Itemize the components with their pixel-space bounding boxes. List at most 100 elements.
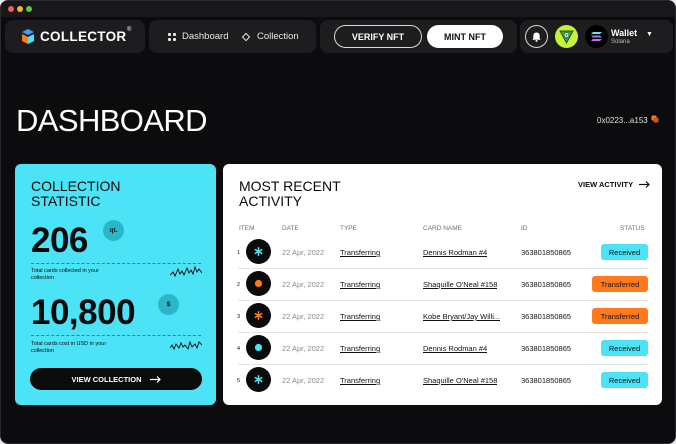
avatar-image-icon xyxy=(559,30,574,45)
chevron-down-icon[interactable]: ▼ xyxy=(646,31,653,38)
trend-line-icon xyxy=(170,265,202,278)
row-id: 363801850865 xyxy=(521,376,572,385)
recent-activity-card: MOST RECENT ACTIVITY VIEW ACTIVITY ITEM … xyxy=(223,164,662,405)
wallet-address[interactable]: 0x0223...a153 xyxy=(597,116,648,125)
row-card-name-link[interactable]: Dennis Rodman #4 xyxy=(423,248,487,257)
avatar[interactable] xyxy=(555,25,578,48)
wallet-network: Solana xyxy=(611,39,630,45)
activity-title: MOST RECENT ACTIVITY xyxy=(239,178,341,209)
nft-thumbnail[interactable] xyxy=(246,271,271,296)
cards-unit-badge: qt. xyxy=(103,220,124,241)
maximize-window-button[interactable] xyxy=(26,6,32,12)
row-id: 363801850865 xyxy=(521,344,572,353)
solana-icon xyxy=(591,32,602,41)
table-row[interactable]: 3 22 Apr, 2022 Transferring Kobe Bryant/Jay… xyxy=(235,300,648,332)
table-row[interactable]: 5 22 Apr, 2022 Transferring Shaquille O'Nea… xyxy=(235,364,648,396)
row-index: 4 xyxy=(237,346,241,352)
column-header-id: ID xyxy=(521,225,528,232)
view-collection-label: VIEW COLLECTION xyxy=(71,374,142,384)
column-header-card-name: CARD NAME xyxy=(423,225,463,232)
row-card-name-link[interactable]: Shaquille O'Neal #158 xyxy=(423,280,497,289)
table-row[interactable]: 2 22 Apr, 2022 Transferring Shaquille O'Nea… xyxy=(235,268,648,300)
logo[interactable]: COLLECTOR ® xyxy=(5,20,145,53)
row-index: 1 xyxy=(237,250,241,256)
row-card-name-link[interactable]: Dennis Rodman #4 xyxy=(423,344,487,353)
row-type-link[interactable]: Transferring xyxy=(340,280,380,289)
brand-name: COLLECTOR xyxy=(40,29,127,44)
app-window: COLLECTOR ® Dashboard Collection VERIFY … xyxy=(0,0,676,444)
row-date: 22 Apr, 2022 xyxy=(282,376,325,385)
notifications-button[interactable] xyxy=(525,25,548,48)
minimize-window-button[interactable] xyxy=(17,6,23,12)
main-nav: Dashboard Collection xyxy=(149,20,316,53)
cost-unit-badge: $ xyxy=(158,294,179,315)
row-type-link[interactable]: Transferring xyxy=(340,376,380,385)
cards-description: Total cards collected in your collection xyxy=(31,268,99,281)
row-card-name-link[interactable]: Kobe Bryant/Jay Willi... xyxy=(423,312,500,321)
row-type-link[interactable]: Transferring xyxy=(340,312,380,321)
column-header-date: DATE xyxy=(282,225,299,232)
circle-icon xyxy=(254,279,263,288)
stat-title: COLLECTION STATISTIC xyxy=(31,178,121,209)
trend-line-icon xyxy=(170,340,202,351)
status-badge: Received xyxy=(601,340,648,356)
row-id: 363801850865 xyxy=(521,280,572,289)
nft-thumbnail[interactable] xyxy=(246,335,271,360)
cost-description: Total cards cost in USD in your collecti… xyxy=(31,341,107,354)
verify-nft-button[interactable]: VERIFY NFT xyxy=(334,25,422,48)
copy-icon[interactable] xyxy=(651,115,659,123)
row-index: 5 xyxy=(237,378,241,384)
circle-icon xyxy=(254,343,263,352)
column-header-type: TYPE xyxy=(340,225,357,232)
view-activity-button[interactable]: VIEW ACTIVITY xyxy=(578,180,650,189)
column-header-status: STATUS xyxy=(620,225,645,232)
row-card-name-link[interactable]: Shaquille O'Neal #158 xyxy=(423,376,497,385)
mint-nft-button[interactable]: MINT NFT xyxy=(427,25,503,48)
row-date: 22 Apr, 2022 xyxy=(282,344,325,353)
status-badge: Received xyxy=(601,244,648,260)
wallet-selector[interactable] xyxy=(585,25,608,48)
nav-dashboard[interactable]: Dashboard xyxy=(168,31,228,42)
view-collection-button[interactable]: VIEW COLLECTION xyxy=(30,368,202,390)
cards-cost: 10,800 xyxy=(31,293,136,332)
registered-mark: ® xyxy=(127,27,132,33)
close-window-button[interactable] xyxy=(8,6,14,12)
diamond-icon xyxy=(241,32,251,41)
collector-logo-icon xyxy=(22,29,34,44)
divider xyxy=(31,335,201,336)
nav-dashboard-label: Dashboard xyxy=(182,31,229,42)
view-activity-label: VIEW ACTIVITY xyxy=(578,180,634,189)
status-badge: Transferred xyxy=(592,308,648,324)
row-type-link[interactable]: Transferring xyxy=(340,344,380,353)
user-area: Wallet Solana ▼ xyxy=(520,20,673,53)
arrow-right-icon xyxy=(149,375,161,383)
table-row[interactable]: 1 22 Apr, 2022 Transferring Dennis Rodman #… xyxy=(235,236,648,268)
row-date: 22 Apr, 2022 xyxy=(282,280,325,289)
nav-collection[interactable]: Collection xyxy=(241,31,299,42)
arrow-right-icon xyxy=(639,181,650,188)
nft-thumbnail[interactable] xyxy=(246,239,271,264)
table-row[interactable]: 4 22 Apr, 2022 Transferring Dennis Rodman #… xyxy=(235,332,648,364)
divider xyxy=(31,263,201,264)
nft-actions: VERIFY NFT MINT NFT xyxy=(320,20,517,53)
row-index: 3 xyxy=(237,314,241,320)
row-id: 363801850865 xyxy=(521,312,572,321)
asterisk-icon xyxy=(254,247,263,256)
status-badge: Received xyxy=(601,372,648,388)
row-id: 363801850865 xyxy=(521,248,572,257)
page-title: DASHBOARD xyxy=(16,103,208,138)
wallet-label[interactable]: Wallet xyxy=(611,28,637,38)
asterisk-icon xyxy=(254,375,263,384)
column-header-item: ITEM xyxy=(239,225,255,232)
nft-thumbnail[interactable] xyxy=(246,303,271,328)
title-bar xyxy=(1,1,675,17)
nav-collection-label: Collection xyxy=(257,31,299,42)
row-index: 2 xyxy=(237,282,241,288)
asterisk-icon xyxy=(254,311,263,320)
row-date: 22 Apr, 2022 xyxy=(282,312,325,321)
nft-thumbnail[interactable] xyxy=(246,367,271,392)
row-type-link[interactable]: Transferring xyxy=(340,248,380,257)
bell-icon xyxy=(532,32,541,42)
cards-count: 206 xyxy=(31,221,88,260)
row-date: 22 Apr, 2022 xyxy=(282,248,325,257)
